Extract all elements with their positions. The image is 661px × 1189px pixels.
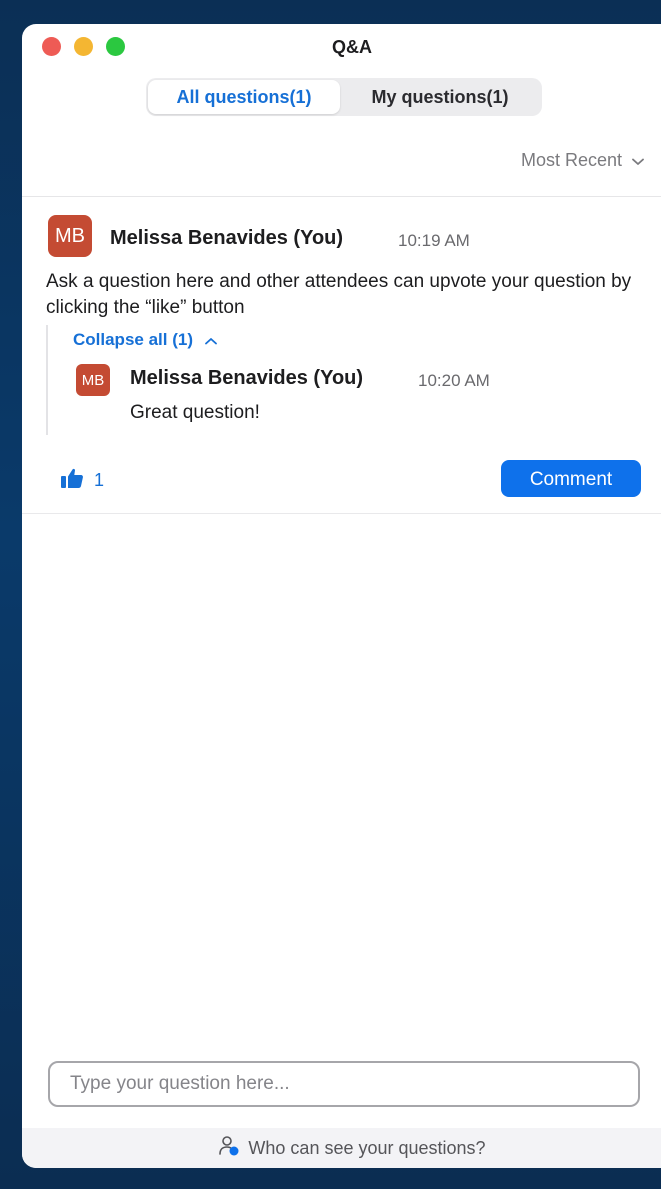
reply-thread-line [46, 325, 48, 435]
sort-label: Most Recent [520, 150, 622, 170]
question-input[interactable] [48, 1061, 640, 1107]
chevron-up-icon [205, 333, 217, 348]
reply-author: Melissa Benavides (You) [130, 367, 364, 389]
question-text: Ask a question here and other attendees … [46, 271, 632, 318]
qa-window: Q&A All questions(1) My questions(1) Mos… [22, 24, 661, 1168]
window-title: Q&A [332, 37, 372, 57]
visibility-label: Who can see your questions? [248, 1137, 486, 1158]
question-card: MB Melissa Benavides (You) 10:19 AM Ask … [22, 197, 661, 513]
question-tabs: All questions(1) My questions(1) [146, 78, 542, 116]
divider [22, 513, 661, 514]
comment-button[interactable]: Comment [501, 460, 641, 497]
reply-avatar: MB [76, 364, 110, 396]
user-visibility-icon [218, 1135, 240, 1162]
reply-text: Great question! [130, 402, 260, 423]
question-author: Melissa Benavides (You) [110, 227, 344, 249]
chevron-down-icon [632, 153, 644, 169]
tab-my-questions[interactable]: My questions(1) [340, 80, 540, 114]
avatar: MB [48, 215, 92, 257]
thumbs-up-icon [60, 467, 84, 494]
collapse-all-label: Collapse all (1) [73, 330, 193, 349]
like-button[interactable]: 1 [60, 467, 104, 494]
visibility-info-link[interactable]: Who can see your questions? [22, 1128, 661, 1168]
like-count: 1 [94, 470, 105, 490]
reply-time: 10:20 AM [418, 371, 490, 390]
collapse-all-button[interactable]: Collapse all (1) [73, 330, 217, 350]
tab-all-questions[interactable]: All questions(1) [148, 80, 340, 114]
title-bar: Q&A [22, 24, 661, 74]
sort-dropdown[interactable]: Most Recent [521, 150, 644, 171]
question-time: 10:19 AM [398, 231, 470, 250]
